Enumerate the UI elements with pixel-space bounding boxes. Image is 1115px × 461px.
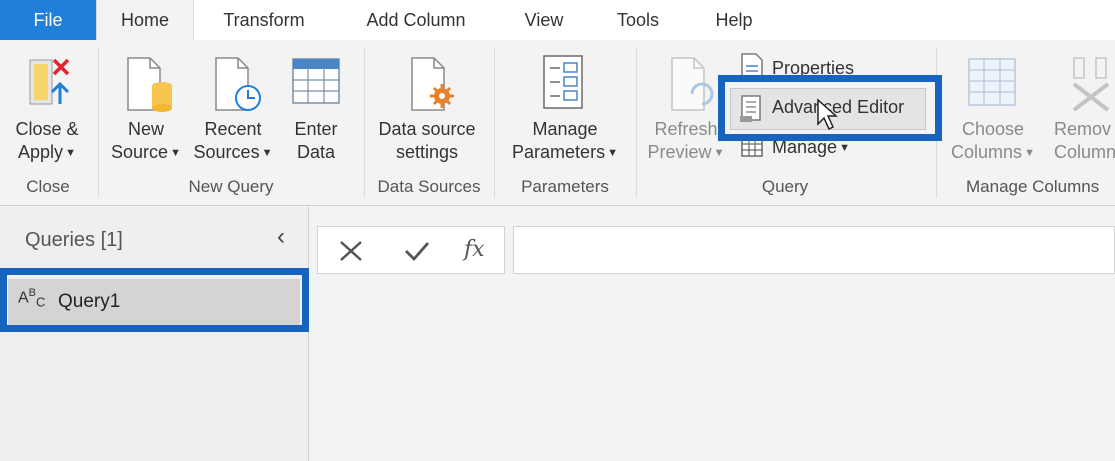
confirm-check-icon[interactable] (404, 239, 430, 263)
new-source-icon (127, 57, 172, 112)
chevron-down-icon: ▼ (607, 146, 618, 159)
data-source-settings-label: Data source (378, 119, 476, 139)
chevron-down-icon: ▼ (839, 142, 850, 155)
choose-columns-label-2: Columns (951, 142, 1023, 162)
manage-parameters-label: Manage (532, 119, 598, 139)
remove-columns-label: Remov (1054, 119, 1112, 139)
menu-bar: File Home Transform Add Column View Tool… (0, 0, 1115, 40)
choose-columns-label: Choose (961, 119, 1025, 139)
formula-bar-buttons: fx (317, 226, 505, 274)
cancel-icon[interactable] (338, 239, 364, 263)
queries-pane: Queries [1] ‹ ABC Query1 (0, 207, 309, 461)
chevron-down-icon: ▼ (261, 146, 273, 159)
choose-columns-icon (968, 58, 1016, 106)
group-label-parameters: Parameters (521, 177, 609, 196)
cursor-icon (817, 98, 838, 131)
divider (364, 48, 365, 198)
enter-data-label-2: Data (296, 142, 336, 162)
refresh-preview-icon (671, 57, 714, 111)
recent-sources-label: Recent (204, 119, 262, 139)
manage-parameters-button[interactable]: Manage Parameters ▼ (500, 118, 630, 165)
close-apply-label-2: Apply (18, 142, 64, 162)
refresh-preview-label-2: Preview (647, 142, 712, 162)
data-source-settings-icon (411, 57, 454, 111)
enter-data-label: Enter (294, 119, 338, 139)
tab-help[interactable]: Help (696, 0, 772, 40)
new-source-label: New (127, 119, 164, 139)
tab-transform[interactable]: Transform (200, 0, 328, 40)
data-source-settings-label-2: settings (395, 142, 459, 162)
tab-home[interactable]: Home (96, 0, 194, 40)
query1-highlight (0, 268, 309, 332)
manage-parameters-label-2: Parameters (512, 142, 606, 162)
tab-add-column[interactable]: Add Column (344, 0, 488, 40)
enter-data-icon (292, 58, 340, 104)
tab-view[interactable]: View (504, 0, 584, 40)
data-source-settings-button[interactable]: Data source settings (366, 118, 488, 164)
recent-sources-button[interactable]: Recent Sources ▼ (190, 118, 276, 165)
close-apply-label: Close & (15, 119, 79, 139)
group-label-data-sources: Data Sources (377, 177, 481, 196)
remove-columns-label-2: Column (1054, 142, 1115, 162)
remove-columns-button[interactable]: Remov Column (1054, 118, 1115, 164)
collapse-chevron-icon[interactable]: ‹ (277, 223, 285, 251)
close-apply-button[interactable]: Close & Apply ▼ (6, 118, 88, 165)
group-label-manage-columns: Manage Columns (966, 177, 1100, 196)
recent-sources-label-2: Sources (193, 142, 260, 162)
new-source-button[interactable]: New Source ▼ (106, 118, 186, 165)
group-label-close: Close (26, 177, 70, 196)
chevron-down-icon: ▼ (170, 146, 181, 159)
queries-header: Queries [1] (25, 229, 123, 251)
divider (636, 48, 637, 198)
group-label-query: Query (761, 177, 809, 196)
manage-parameters-icon (543, 55, 583, 109)
tab-file[interactable]: File (0, 0, 96, 40)
formula-input[interactable] (513, 226, 1115, 274)
choose-columns-button[interactable]: Choose Columns ▼ (944, 118, 1042, 165)
tab-tools[interactable]: Tools (600, 0, 676, 40)
new-source-label-2: Source (111, 142, 169, 162)
chevron-down-icon: ▼ (1024, 146, 1035, 159)
divider (494, 48, 495, 198)
fx-icon[interactable]: fx (464, 237, 485, 262)
recent-sources-icon (215, 57, 261, 111)
group-label-new-query: New Query (188, 177, 274, 196)
chevron-down-icon: ▼ (713, 146, 725, 159)
enter-data-button[interactable]: Enter Data (282, 118, 350, 164)
close-apply-icon (29, 58, 70, 105)
divider (98, 48, 99, 198)
chevron-down-icon: ▼ (65, 146, 76, 159)
remove-columns-icon (1072, 57, 1110, 112)
